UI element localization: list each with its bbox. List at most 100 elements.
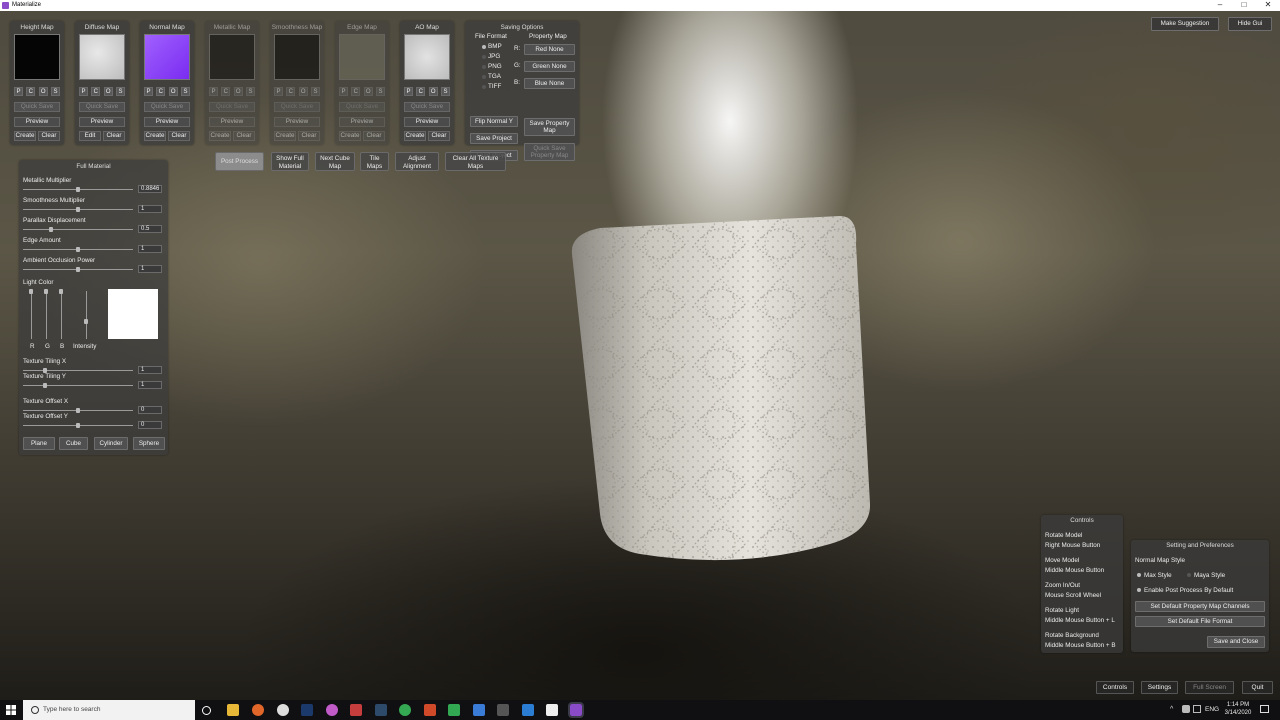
save-property-map-button[interactable]: Save Property Map xyxy=(524,118,575,136)
flip-normal-y-button[interactable]: Flip Normal Y xyxy=(470,116,518,127)
light-channel-handle[interactable] xyxy=(29,289,33,294)
intensity-slider[interactable] xyxy=(86,291,87,339)
unity-icon[interactable] xyxy=(497,704,509,716)
app-icon-5[interactable] xyxy=(326,704,338,716)
map-clear-button[interactable]: Clear xyxy=(38,131,60,141)
default-format-button[interactable]: Set Default File Format xyxy=(1135,616,1265,627)
map-thumbnail[interactable] xyxy=(274,34,320,80)
map-o-button[interactable]: O xyxy=(233,87,243,96)
map-o-button[interactable]: O xyxy=(38,87,48,96)
slider-value-field[interactable]: 1 xyxy=(138,366,162,374)
map-thumbnail[interactable] xyxy=(404,34,450,80)
tray-app-icon[interactable] xyxy=(1182,705,1190,713)
map-thumbnail[interactable] xyxy=(209,34,255,80)
map-c-button[interactable]: C xyxy=(26,87,36,96)
language-indicator[interactable]: ENG xyxy=(1205,706,1219,713)
settings-button[interactable]: Settings xyxy=(1141,681,1178,694)
default-channels-button[interactable]: Set Default Property Map Channels xyxy=(1135,601,1265,612)
maya-style-radio[interactable] xyxy=(1187,573,1191,577)
map-c-button[interactable]: C xyxy=(416,87,426,96)
map-quick-save-button[interactable]: Quick Save xyxy=(209,102,255,112)
toolbar-button-2[interactable]: Show Full Material xyxy=(271,152,309,171)
map-clear-button[interactable]: Clear xyxy=(233,131,255,141)
toolbar-button-6[interactable]: Clear All Texture Maps xyxy=(445,152,506,171)
map-thumbnail[interactable] xyxy=(14,34,60,80)
map-thumbnail[interactable] xyxy=(79,34,125,80)
map-quick-save-button[interactable]: Quick Save xyxy=(274,102,320,112)
map-c-button[interactable]: C xyxy=(286,87,296,96)
map-c-button[interactable]: C xyxy=(351,87,361,96)
close-button[interactable]: ✕ xyxy=(1258,0,1278,10)
app-icon-9[interactable] xyxy=(424,704,436,716)
post-process-checkbox[interactable] xyxy=(1137,588,1141,592)
photoshop-icon[interactable] xyxy=(301,704,313,716)
light-channel-slider[interactable] xyxy=(46,291,47,339)
map-s-button[interactable]: S xyxy=(245,87,255,96)
map-s-button[interactable]: S xyxy=(115,87,125,96)
cylinder-model[interactable] xyxy=(570,214,870,562)
map-s-button[interactable]: S xyxy=(440,87,450,96)
slider-handle[interactable] xyxy=(76,207,80,212)
clock-time[interactable]: 1:14 PM xyxy=(1223,702,1253,708)
windows-start-icon[interactable] xyxy=(6,705,16,715)
format-radio[interactable] xyxy=(482,85,486,89)
chrome-icon[interactable] xyxy=(399,704,411,716)
hide-gui-button[interactable]: Hide Gui xyxy=(1228,17,1272,31)
slider-handle[interactable] xyxy=(48,227,53,232)
max-style-radio[interactable] xyxy=(1137,573,1141,577)
materialize-taskbar-icon[interactable] xyxy=(568,702,584,718)
map-create-button[interactable]: Create xyxy=(209,131,231,141)
map-create-button[interactable]: Create xyxy=(274,131,296,141)
slider-value-field[interactable]: 0.5 xyxy=(138,225,162,233)
firefox-icon[interactable] xyxy=(252,704,264,716)
file-explorer-icon[interactable] xyxy=(227,704,239,716)
toolbar-button-4[interactable]: Tile Maps xyxy=(360,152,389,171)
slider-value-field[interactable]: 1 xyxy=(138,265,162,273)
map-clear-button[interactable]: Clear xyxy=(363,131,385,141)
shape-button-cube[interactable]: Cube xyxy=(59,437,88,450)
map-o-button[interactable]: O xyxy=(363,87,373,96)
map-p-button[interactable]: P xyxy=(209,87,218,96)
minimize-button[interactable]: – xyxy=(1210,0,1230,10)
map-preview-button[interactable]: Preview xyxy=(274,117,320,127)
map-quick-save-button[interactable]: Quick Save xyxy=(144,102,190,112)
lightroom-icon[interactable] xyxy=(375,704,387,716)
map-o-button[interactable]: O xyxy=(168,87,178,96)
map-create-button[interactable]: Create xyxy=(339,131,361,141)
map-p-button[interactable]: P xyxy=(404,87,413,96)
slider-track[interactable] xyxy=(23,385,133,386)
map-c-button[interactable]: C xyxy=(91,87,101,96)
map-preview-button[interactable]: Preview xyxy=(339,117,385,127)
map-o-button[interactable]: O xyxy=(428,87,438,96)
mail-icon[interactable] xyxy=(473,704,485,716)
channel-select[interactable]: Red None xyxy=(524,44,575,55)
map-o-button[interactable]: O xyxy=(298,87,308,96)
map-create-button[interactable]: Create xyxy=(144,131,166,141)
map-quick-save-button[interactable]: Quick Save xyxy=(404,102,450,112)
format-radio[interactable] xyxy=(482,75,486,79)
map-s-button[interactable]: S xyxy=(375,87,385,96)
map-clear-button[interactable]: Clear xyxy=(168,131,190,141)
map-quick-save-button[interactable]: Quick Save xyxy=(339,102,385,112)
map-clear-button[interactable]: Clear xyxy=(103,131,125,141)
map-preview-button[interactable]: Preview xyxy=(144,117,190,127)
light-channel-slider[interactable] xyxy=(61,291,62,339)
format-radio[interactable] xyxy=(482,65,486,69)
format-radio[interactable] xyxy=(482,45,486,49)
map-s-button[interactable]: S xyxy=(50,87,60,96)
slider-handle[interactable] xyxy=(76,247,80,252)
shape-button-cylinder[interactable]: Cylinder xyxy=(94,437,128,450)
light-color-swatch[interactable] xyxy=(108,289,158,339)
network-icon[interactable] xyxy=(1193,705,1201,713)
slider-handle[interactable] xyxy=(43,383,47,388)
map-create-button[interactable]: Create xyxy=(14,131,36,141)
map-p-button[interactable]: P xyxy=(79,87,88,96)
toolbar-button-3[interactable]: Next Cube Map xyxy=(315,152,355,171)
map-o-button[interactable]: O xyxy=(103,87,113,96)
shape-button-plane[interactable]: Plane xyxy=(23,437,55,450)
map-p-button[interactable]: P xyxy=(14,87,23,96)
app-icon-14[interactable] xyxy=(546,704,558,716)
slider-value-field[interactable]: 0 xyxy=(138,406,162,414)
full-screen-button[interactable]: Full Screen xyxy=(1185,681,1234,694)
map-s-button[interactable]: S xyxy=(180,87,190,96)
